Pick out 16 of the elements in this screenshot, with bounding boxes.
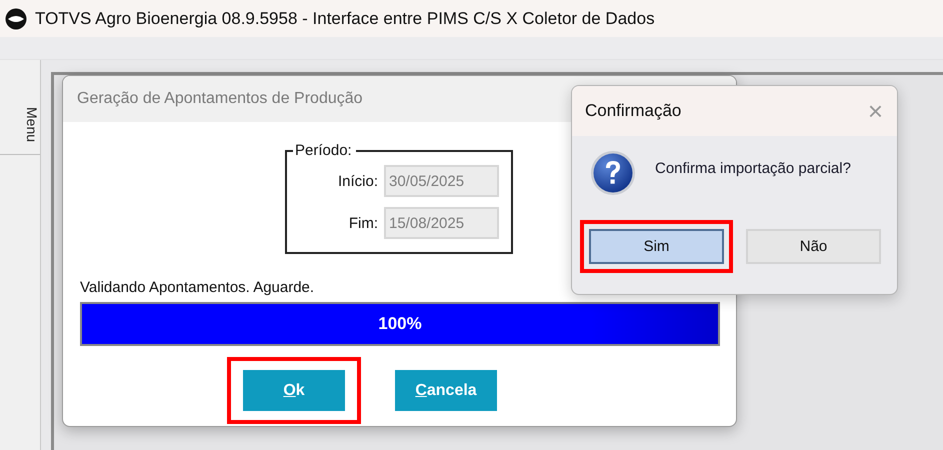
- field-label: Início:: [338, 172, 378, 190]
- dialog-button[interactable]: Ok: [243, 370, 345, 411]
- confirm-message: Confirma importação parcial?: [655, 160, 851, 177]
- group-legend: Período:: [293, 142, 356, 159]
- dialog-title: Confirmação: [585, 101, 682, 121]
- field-label: Fim:: [348, 214, 378, 232]
- dialog-button[interactable]: Sim: [589, 229, 724, 264]
- question-icon: [590, 150, 636, 196]
- window-title: TOTVS Agro Bioenergia 08.9.5958 - Interface entre PIMS C/S X Coletor de Dados: [35, 8, 655, 28]
- app-logo-icon: [5, 8, 27, 30]
- dialog-title: Geração de Apontamentos de Produção: [77, 90, 363, 108]
- dialog-button[interactable]: Não: [746, 229, 881, 264]
- close-button[interactable]: ×: [862, 96, 889, 126]
- progress-text: 100%: [378, 314, 422, 334]
- dialog-button[interactable]: Cancela: [395, 370, 497, 411]
- status-text: Validando Apontamentos. Aguarde.: [80, 279, 316, 296]
